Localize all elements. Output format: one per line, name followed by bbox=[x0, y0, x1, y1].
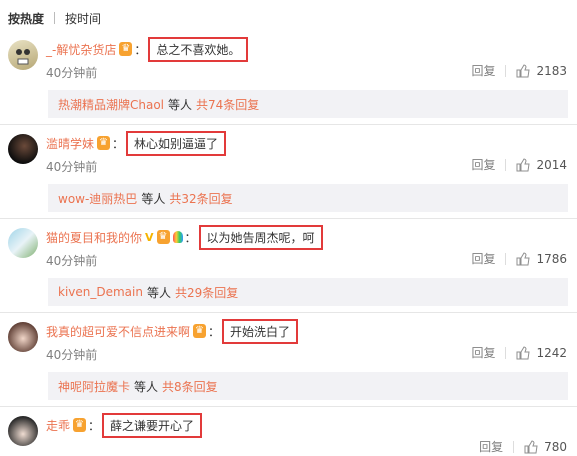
reply-summary-user[interactable]: kiven_Demain bbox=[58, 285, 143, 299]
comment-actions: 回复 780 bbox=[479, 438, 567, 455]
reply-summary[interactable]: 神呢阿拉魔卡 等人 共8条回复 bbox=[48, 372, 568, 400]
comment-time: 40分钟前 bbox=[46, 160, 98, 174]
reply-button[interactable]: 回复 bbox=[471, 62, 495, 79]
comment-divider bbox=[0, 218, 577, 219]
reply-button[interactable]: 回复 bbox=[479, 438, 503, 455]
comment-username[interactable]: 滥晴学妹 bbox=[46, 135, 94, 152]
crown-badge-icon[interactable]: ♛ bbox=[97, 136, 110, 150]
avatar[interactable] bbox=[8, 134, 38, 164]
avatar[interactable] bbox=[8, 322, 38, 352]
avatar-face-icon bbox=[16, 49, 30, 65]
comment-text: 开始洗白了 bbox=[222, 318, 299, 344]
thumbs-up-icon[interactable] bbox=[516, 345, 531, 360]
comment-divider bbox=[0, 124, 577, 125]
comment-header: 我真的超可爱不信点进来啊 ♛ ： 开始洗白了 bbox=[46, 318, 299, 344]
crown-badge-icon[interactable]: ♛ bbox=[119, 42, 133, 56]
thumbs-up-icon[interactable] bbox=[524, 439, 538, 454]
action-divider bbox=[505, 64, 507, 77]
avatar[interactable] bbox=[8, 416, 38, 446]
comment-colon: ： bbox=[87, 418, 100, 433]
comment-header: 走乖 ♛ ： 薛之谦要开心了 bbox=[46, 412, 203, 438]
comment-time: 40分钟前 bbox=[46, 66, 98, 80]
comment-time: 40分钟前 bbox=[46, 254, 98, 268]
comment-header: _-解忧杂货店 ♛ ： 总之不喜欢她。 bbox=[46, 36, 249, 62]
reply-summary-count[interactable]: 共32条回复 bbox=[169, 190, 232, 207]
like-count: 2183 bbox=[536, 63, 567, 78]
action-divider bbox=[513, 440, 515, 453]
reply-summary-user[interactable]: wow-迪丽热巴 bbox=[58, 190, 137, 207]
reply-summary[interactable]: kiven_Demain 等人 共29条回复 bbox=[48, 278, 568, 306]
comment-text: 林心如别逼逼了 bbox=[126, 130, 227, 156]
like-count: 2014 bbox=[536, 157, 567, 172]
comment-username[interactable]: _-解忧杂货店 bbox=[46, 41, 116, 58]
comment-actions: 回复 2183 bbox=[471, 62, 567, 79]
comment-actions: 回复 1242 bbox=[471, 344, 567, 361]
avatar[interactable] bbox=[8, 228, 38, 258]
reply-summary[interactable]: wow-迪丽热巴 等人 共32条回复 bbox=[48, 184, 568, 212]
reply-summary-count[interactable]: 共29条回复 bbox=[175, 284, 238, 301]
rainbow-bulb-icon[interactable] bbox=[172, 231, 183, 243]
comment-text: 以为她告周杰呢，呵 bbox=[198, 224, 323, 250]
comment-actions: 回复 1786 bbox=[471, 250, 567, 267]
like-count: 1242 bbox=[536, 345, 567, 360]
comment-colon: ： bbox=[134, 42, 147, 57]
comment-colon: ： bbox=[207, 324, 220, 339]
reply-summary-text: 等人 bbox=[141, 191, 166, 206]
crown-badge-icon[interactable]: ♛ bbox=[193, 324, 206, 338]
comment-divider bbox=[0, 312, 577, 313]
like-count: 1786 bbox=[536, 251, 567, 266]
reply-summary-text: 等人 bbox=[168, 97, 193, 112]
comment-colon: ： bbox=[184, 230, 197, 245]
comment-divider bbox=[0, 406, 577, 407]
sort-divider bbox=[54, 12, 56, 24]
comment-text: 总之不喜欢她。 bbox=[148, 36, 249, 62]
reply-summary-count[interactable]: 共74条回复 bbox=[196, 96, 259, 113]
reply-summary-text: 等人 bbox=[146, 285, 171, 300]
reply-summary[interactable]: 热潮精品潮牌Chaol 等人 共74条回复 bbox=[48, 90, 568, 118]
crown-badge-icon[interactable]: ♛ bbox=[73, 418, 86, 432]
reply-summary-user[interactable]: 神呢阿拉魔卡 bbox=[58, 378, 130, 395]
comment-header: 猫的夏目和我的你 V ♛ ： 以为她告周杰呢，呵 bbox=[46, 224, 323, 250]
reply-button[interactable]: 回复 bbox=[471, 156, 495, 173]
crown-badge-icon[interactable]: ♛ bbox=[156, 230, 170, 244]
comment-text: 薛之谦要开心了 bbox=[102, 412, 203, 438]
comment-time: 40分钟前 bbox=[46, 348, 98, 362]
comment-username[interactable]: 我真的超可爱不信点进来啊 bbox=[46, 323, 190, 340]
sort-bar: 按热度 按时间 bbox=[8, 8, 101, 28]
action-divider bbox=[505, 158, 507, 171]
verified-v-icon[interactable]: V bbox=[145, 231, 154, 244]
action-divider bbox=[505, 346, 507, 359]
thumbs-up-icon[interactable] bbox=[516, 251, 531, 266]
thumbs-up-icon[interactable] bbox=[516, 157, 531, 172]
comment-colon: ： bbox=[111, 136, 124, 151]
reply-button[interactable]: 回复 bbox=[471, 250, 495, 267]
avatar[interactable] bbox=[8, 40, 38, 70]
comment-username[interactable]: 走乖 bbox=[46, 417, 70, 434]
comment-actions: 回复 2014 bbox=[471, 156, 567, 173]
reply-summary-text: 等人 bbox=[134, 379, 159, 394]
comment-username[interactable]: 猫的夏目和我的你 bbox=[46, 229, 142, 246]
reply-button[interactable]: 回复 bbox=[471, 344, 495, 361]
like-count: 780 bbox=[544, 439, 567, 454]
reply-summary-user[interactable]: 热潮精品潮牌Chaol bbox=[58, 96, 164, 113]
reply-summary-count[interactable]: 共8条回复 bbox=[162, 378, 218, 395]
thumbs-up-icon[interactable] bbox=[516, 63, 531, 78]
sort-by-time-tab[interactable]: 按时间 bbox=[65, 10, 101, 27]
sort-by-hot-tab[interactable]: 按热度 bbox=[8, 10, 44, 27]
action-divider bbox=[505, 252, 507, 265]
comment-header: 滥晴学妹 ♛ ： 林心如别逼逼了 bbox=[46, 130, 227, 156]
